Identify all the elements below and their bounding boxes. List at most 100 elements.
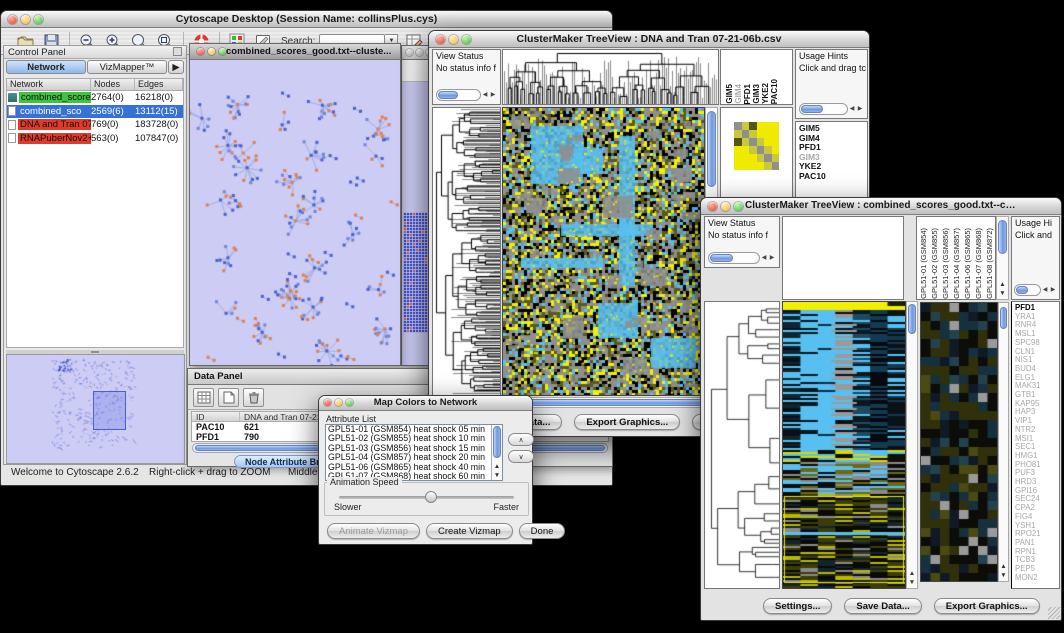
treeview2-column-labels[interactable]: GPL51-01 (GSM854)GPL51-02 (GSM855)GPL51-… — [916, 216, 996, 300]
attribute-listbox[interactable]: GPL51-01 (GSM854) heat shock 05 minGPL51… — [325, 424, 503, 481]
resize-grip[interactable] — [1048, 607, 1060, 619]
control-panel-tab[interactable]: VizMapper™ — [87, 60, 167, 74]
network-row[interactable]: RNAPuberNov2+ 563(0) 107847(0) — [7, 132, 183, 146]
matrix-cell[interactable] — [734, 122, 742, 130]
matrix-cell[interactable] — [742, 138, 750, 146]
move-up-button[interactable]: ∧ — [508, 433, 534, 446]
float-panel-icon[interactable] — [173, 47, 182, 56]
treeview2-column-tree-area[interactable] — [782, 216, 904, 300]
close-icon[interactable] — [8, 15, 17, 24]
matrix-cell[interactable] — [742, 146, 750, 154]
dialog-button[interactable]: Create Vizmap — [426, 523, 513, 539]
gene-label[interactable]: MON2 — [1015, 574, 1059, 583]
matrix-cell[interactable] — [757, 154, 765, 162]
zoom-window-icon[interactable] — [219, 48, 226, 55]
treeview2-gene-list[interactable]: PFD1YRA1RNR4MSL1SPC98CLN1NIS1BUD4ELG1MAK… — [1011, 301, 1060, 589]
minimize-icon[interactable] — [208, 48, 215, 55]
treeview1-heatmap[interactable] — [502, 107, 705, 396]
matrix-cell[interactable] — [734, 162, 742, 170]
treeview2-zoom-vscrollbar[interactable]: ▲▼ — [998, 302, 1009, 582]
matrix-cell[interactable] — [772, 162, 780, 170]
new-attribute-icon[interactable] — [218, 388, 239, 407]
network-frame-title-bar[interactable]: combined_scores_good.txt--cluste... — [190, 44, 400, 60]
network-canvas[interactable] — [190, 60, 400, 365]
control-panel-tab[interactable]: ▶ — [168, 60, 184, 74]
zoom-window-icon[interactable] — [346, 399, 353, 406]
close-icon[interactable] — [406, 49, 413, 56]
correlation-matrix[interactable] — [734, 122, 779, 170]
matrix-cell[interactable] — [764, 138, 772, 146]
matrix-cell[interactable] — [764, 130, 772, 138]
treeview2-column-labels-vscrollbar[interactable]: ▲▼ — [996, 216, 1009, 300]
matrix-cell[interactable] — [764, 162, 772, 170]
matrix-cell[interactable] — [757, 162, 765, 170]
network-row[interactable]: combined_scores 2764(0) 16218(0) — [7, 91, 183, 105]
matrix-cell[interactable] — [764, 154, 772, 162]
main-title-bar[interactable]: Cytoscape Desktop (Session Name: collins… — [1, 11, 612, 28]
usage-hints-scrollbar[interactable]: ◀▶ — [799, 102, 864, 115]
background-network-frame[interactable] — [401, 45, 431, 366]
matrix-cell[interactable] — [749, 162, 757, 170]
matrix-cell[interactable] — [757, 138, 765, 146]
matrix-cell[interactable] — [757, 122, 765, 130]
window-controls[interactable] — [8, 15, 43, 24]
gene-label[interactable]: PAC10 — [799, 172, 867, 182]
matrix-cell[interactable] — [734, 138, 742, 146]
view-status-scrollbar[interactable]: ◀▶ — [436, 88, 497, 101]
matrix-cell[interactable] — [742, 130, 750, 138]
zoom-window-icon[interactable] — [734, 202, 743, 211]
treeview2-row-dendrogram[interactable] — [704, 301, 780, 589]
network-row[interactable]: combined_sco 2569(6) 13112(15) — [7, 105, 183, 119]
minimize-icon[interactable] — [721, 202, 730, 211]
matrix-cell[interactable] — [734, 130, 742, 138]
background-frame-title-bar[interactable] — [402, 46, 430, 60]
background-network-canvas[interactable] — [402, 82, 430, 365]
matrix-cell[interactable] — [734, 146, 742, 154]
attribute-list-vscrollbar[interactable]: ▲▼ — [491, 425, 502, 480]
matrix-cell[interactable] — [742, 162, 750, 170]
matrix-cell[interactable] — [764, 146, 772, 154]
control-panel-tab[interactable]: Network — [6, 60, 86, 74]
matrix-cell[interactable] — [757, 146, 765, 154]
dialog-button[interactable]: Done — [519, 523, 566, 539]
matrix-cell[interactable] — [749, 146, 757, 154]
minimize-icon[interactable] — [416, 49, 423, 56]
dialog-button[interactable]: Animate Vizmap — [327, 523, 420, 539]
dialog-title-bar[interactable]: Map Colors to Network — [319, 396, 532, 411]
minimize-icon[interactable] — [449, 35, 458, 44]
birdseye-viewport-rect[interactable] — [93, 391, 126, 430]
close-icon[interactable] — [324, 399, 331, 406]
matrix-cell[interactable] — [757, 130, 765, 138]
usage-hints-scrollbar[interactable]: ◀▶ — [1014, 283, 1057, 296]
matrix-cell[interactable] — [749, 154, 757, 162]
delete-attribute-icon[interactable] — [243, 388, 264, 407]
close-icon[interactable] — [197, 48, 204, 55]
minimize-icon[interactable] — [21, 15, 30, 24]
close-icon[interactable] — [436, 35, 445, 44]
matrix-cell[interactable] — [764, 122, 772, 130]
treeview2-button[interactable]: Settings... — [763, 598, 832, 614]
treeview2-zoom-heatmap[interactable] — [920, 302, 998, 582]
select-attributes-icon[interactable] — [193, 388, 214, 407]
treeview2-heatmap-vscrollbar[interactable]: ▲▼ — [906, 301, 918, 589]
matrix-cell[interactable] — [749, 138, 757, 146]
treeview2-title-bar[interactable]: ClusterMaker TreeView : combined_scores_… — [701, 198, 1061, 215]
matrix-cell[interactable] — [772, 146, 780, 154]
zoom-window-icon[interactable] — [462, 35, 471, 44]
matrix-cell[interactable] — [734, 154, 742, 162]
speed-slider[interactable] — [339, 496, 514, 499]
matrix-cell[interactable] — [772, 138, 780, 146]
treeview1-column-dendrogram[interactable] — [502, 49, 719, 105]
close-icon[interactable] — [708, 202, 717, 211]
matrix-cell[interactable] — [772, 154, 780, 162]
zoom-window-icon[interactable] — [34, 15, 43, 24]
matrix-cell[interactable] — [742, 154, 750, 162]
treeview2-button[interactable]: Export Graphics... — [934, 598, 1040, 614]
move-down-button[interactable]: ∨ — [508, 450, 534, 463]
matrix-cell[interactable] — [772, 130, 780, 138]
view-status-scrollbar[interactable]: ◀▶ — [708, 251, 776, 264]
treeview1-button[interactable]: Export Graphics... — [574, 414, 680, 430]
matrix-cell[interactable] — [772, 122, 780, 130]
matrix-cell[interactable] — [749, 122, 757, 130]
treeview2-heatmap[interactable] — [782, 301, 906, 589]
